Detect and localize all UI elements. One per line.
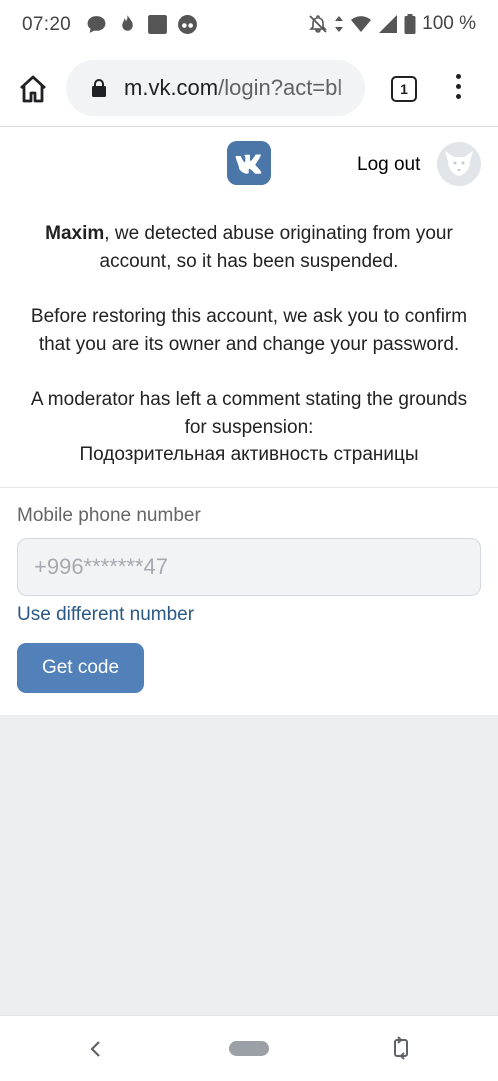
rotate-screen-icon[interactable] — [390, 1036, 412, 1060]
suspension-intro: Maxim, we detected abuse originating fro… — [18, 220, 480, 275]
wifi-icon — [351, 16, 372, 32]
suspension-text: , we detected abuse originating from you… — [99, 223, 453, 272]
logout-link[interactable]: Log out — [357, 154, 420, 176]
cat-face-icon — [178, 15, 197, 34]
avatar[interactable] — [437, 142, 481, 186]
use-different-number-link[interactable]: Use different number — [17, 604, 194, 626]
battery-icon — [404, 14, 416, 34]
home-pill-button[interactable] — [229, 1041, 269, 1056]
get-code-button[interactable]: Get code — [17, 643, 144, 693]
chat-bubble-icon — [87, 16, 106, 33]
status-system-icons: 100 % — [308, 13, 476, 35]
restore-instructions: Before restoring this account, we ask yo… — [30, 306, 468, 355]
status-bar: 07:20 100 % — [0, 0, 498, 50]
system-navigation-bar — [0, 1015, 498, 1081]
square-app-icon — [148, 15, 167, 34]
suspension-message: Maxim, we detected abuse originating fro… — [18, 220, 480, 469]
moderator-comment: Подозрительная активность страницы — [79, 444, 419, 465]
moderator-note: A moderator has left a comment stating t… — [30, 389, 468, 438]
browser-toolbar: m.vk.com/login?act=bl 1 — [0, 50, 498, 127]
url-fade — [335, 60, 365, 116]
signal-icon — [379, 15, 398, 33]
fire-icon — [122, 15, 133, 31]
suspension-notice: Log out Maxim, we detected abuse origina… — [0, 127, 498, 488]
url-text: m.vk.com/login?act=bl — [124, 75, 342, 101]
user-name: Maxim — [45, 223, 105, 244]
battery-percentage: 100 % — [422, 13, 476, 34]
status-time: 07:20 — [22, 14, 72, 35]
overflow-menu-icon[interactable] — [450, 74, 466, 104]
home-icon[interactable] — [16, 72, 50, 106]
lock-icon — [92, 79, 106, 97]
bell-off-icon — [309, 15, 328, 33]
data-arrows-icon — [335, 16, 344, 32]
tab-switcher-button[interactable]: 1 — [391, 76, 417, 102]
phone-input[interactable] — [17, 538, 481, 596]
url-path: /login?act=bl — [218, 75, 343, 100]
back-icon[interactable] — [86, 1039, 106, 1059]
page-content: Log out Maxim, we detected abuse origina… — [0, 127, 498, 1015]
address-bar[interactable]: m.vk.com/login?act=bl — [66, 60, 365, 116]
url-host: m.vk.com — [124, 75, 219, 100]
moderator-comment-intro: A moderator has left a comment stating t… — [18, 386, 480, 469]
phone-label: Mobile phone number — [17, 505, 201, 526]
phone-form: Mobile phone number Use different number… — [0, 488, 498, 715]
vk-logo-icon[interactable] — [227, 141, 271, 185]
